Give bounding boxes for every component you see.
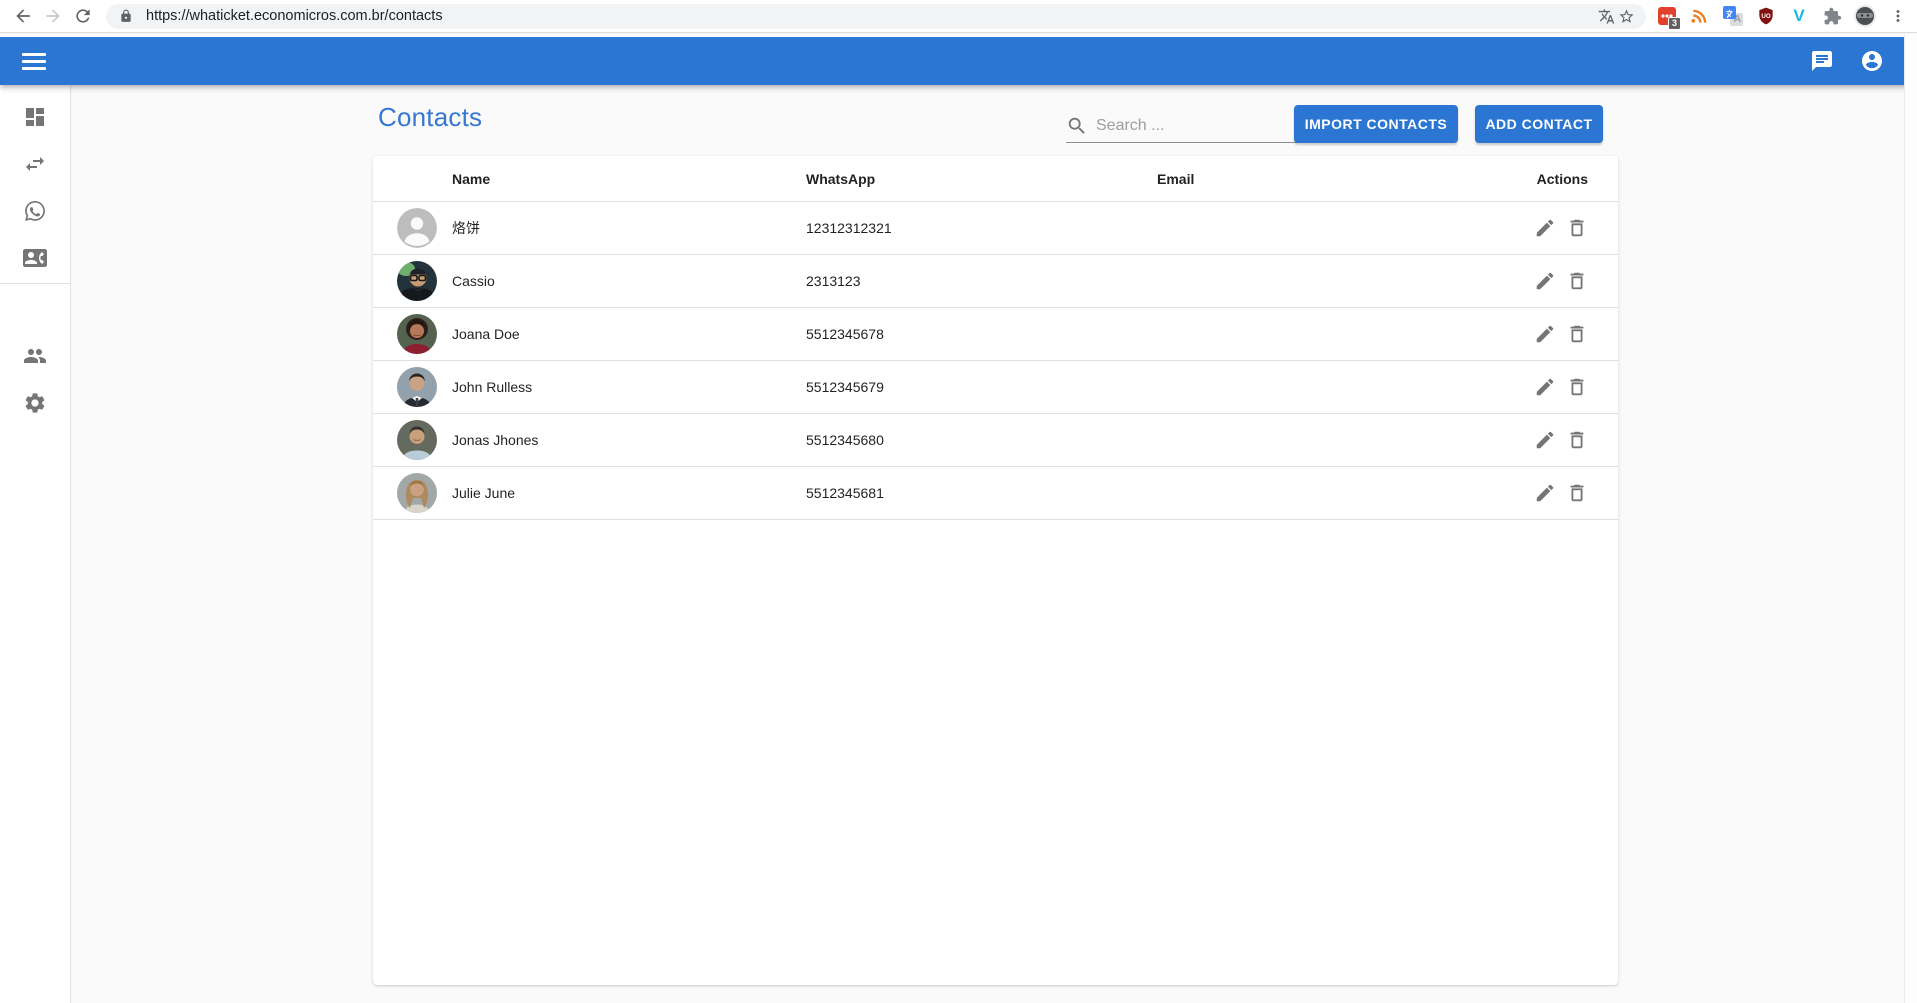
delete-icon[interactable] — [1566, 482, 1588, 504]
forward-button[interactable] — [38, 1, 68, 31]
vimeo-icon[interactable]: V — [1788, 5, 1810, 27]
contact-phone-icon — [23, 246, 47, 270]
edit-icon[interactable] — [1534, 482, 1556, 504]
search-input[interactable] — [1096, 117, 1326, 135]
delete-icon[interactable] — [1566, 429, 1588, 451]
edit-icon[interactable] — [1534, 217, 1556, 239]
refresh-button[interactable] — [68, 1, 98, 31]
contact-name: 烙饼 — [452, 218, 806, 238]
contacts-table-body: 烙饼 12312312321 — [373, 202, 1618, 520]
contact-whatsapp: 5512345678 — [806, 326, 1157, 342]
back-button[interactable] — [8, 1, 38, 31]
sidebar-item-dashboard[interactable] — [11, 105, 59, 129]
table-row: Julie June 5512345681 — [373, 467, 1618, 520]
contact-avatar — [397, 473, 437, 513]
contact-name: Cassio — [452, 273, 806, 289]
profile-avatar[interactable] — [1854, 5, 1876, 27]
sidebar-item-connections[interactable] — [11, 152, 59, 176]
sidebar-item-tickets[interactable] — [11, 199, 59, 223]
browser-toolbar: https://whaticket.economicros.com.br/con… — [0, 0, 1917, 33]
contact-avatar — [397, 208, 437, 248]
table-row: John Rulless 5512345679 — [373, 361, 1618, 414]
arrow-back-icon — [13, 6, 33, 26]
extension-badge: 3 — [1668, 17, 1681, 30]
sidebar-item-contacts[interactable] — [11, 246, 59, 270]
delete-icon[interactable] — [1566, 217, 1588, 239]
sidebar-item-users[interactable] — [11, 344, 59, 368]
more-menu-icon[interactable] — [1887, 5, 1909, 27]
contact-whatsapp: 12312312321 — [806, 220, 1157, 236]
arrow-forward-icon — [43, 6, 63, 26]
search-icon — [1066, 115, 1088, 137]
translate-page-icon[interactable] — [1596, 6, 1616, 26]
page-title: Contacts — [378, 102, 482, 133]
bookmark-star-icon[interactable] — [1616, 6, 1636, 26]
contact-whatsapp: 2313123 — [806, 273, 1157, 289]
ublock-icon[interactable]: UO — [1755, 5, 1777, 27]
edit-icon[interactable] — [1534, 429, 1556, 451]
table-header-row: Name WhatsApp Email Actions — [373, 156, 1618, 202]
page-scrollbar[interactable] — [1904, 34, 1917, 1003]
swap-horiz-icon — [23, 152, 47, 176]
sidebar-item-settings[interactable] — [11, 391, 59, 415]
account-circle-icon[interactable] — [1860, 49, 1884, 73]
column-header-actions: Actions — [1537, 171, 1618, 187]
lock-icon[interactable] — [116, 6, 136, 26]
sidebar-divider — [0, 283, 71, 284]
contact-avatar — [397, 261, 437, 301]
url-text[interactable]: https://whaticket.economicros.com.br/con… — [146, 8, 1596, 24]
contact-name: John Rulless — [452, 379, 806, 395]
puzzle-icon[interactable] — [1821, 5, 1843, 27]
whatsapp-icon — [23, 199, 47, 223]
table-row: Jonas Jhones 5512345680 — [373, 414, 1618, 467]
chat-icon[interactable] — [1810, 49, 1834, 73]
table-row: 烙饼 12312312321 — [373, 202, 1618, 255]
contact-avatar — [397, 314, 437, 354]
table-row: Cassio 2313123 — [373, 255, 1618, 308]
contact-name: Joana Doe — [452, 326, 806, 342]
delete-icon[interactable] — [1566, 270, 1588, 292]
edit-icon[interactable] — [1534, 323, 1556, 345]
app-bar — [0, 37, 1917, 85]
contact-avatar — [397, 367, 437, 407]
people-icon — [23, 344, 47, 368]
contact-avatar — [397, 420, 437, 460]
contact-name: Julie June — [452, 485, 806, 501]
sidebar-drawer — [0, 85, 71, 1003]
column-header-name: Name — [452, 171, 806, 187]
column-header-whatsapp: WhatsApp — [806, 171, 1157, 187]
edit-icon[interactable] — [1534, 376, 1556, 398]
red-extension-icon[interactable]: 3 — [1656, 5, 1678, 27]
table-row: Joana Doe 5512345678 — [373, 308, 1618, 361]
delete-icon[interactable] — [1566, 376, 1588, 398]
contact-whatsapp: 5512345680 — [806, 432, 1157, 448]
settings-icon — [23, 391, 47, 415]
extensions-area: 3 UO V — [1656, 5, 1917, 27]
contact-whatsapp: 5512345679 — [806, 379, 1157, 395]
delete-icon[interactable] — [1566, 323, 1588, 345]
rss-icon[interactable] — [1689, 5, 1711, 27]
translate-extension-icon[interactable] — [1722, 5, 1744, 27]
contact-name: Jonas Jhones — [452, 432, 806, 448]
contact-whatsapp: 5512345681 — [806, 485, 1157, 501]
import-contacts-button[interactable]: IMPORT CONTACTS — [1294, 105, 1458, 143]
contacts-card: Name WhatsApp Email Actions — [373, 156, 1618, 985]
svg-text:UO: UO — [1761, 13, 1771, 20]
column-header-email: Email — [1157, 171, 1478, 187]
add-contact-button[interactable]: ADD CONTACT — [1475, 105, 1603, 143]
main-content: Contacts IMPORT CONTACTS ADD CONTACT Nam… — [72, 85, 1917, 1003]
address-bar[interactable]: https://whaticket.economicros.com.br/con… — [106, 4, 1646, 29]
menu-icon[interactable] — [22, 49, 46, 73]
refresh-icon — [73, 6, 93, 26]
dashboard-icon — [23, 105, 47, 129]
edit-icon[interactable] — [1534, 270, 1556, 292]
